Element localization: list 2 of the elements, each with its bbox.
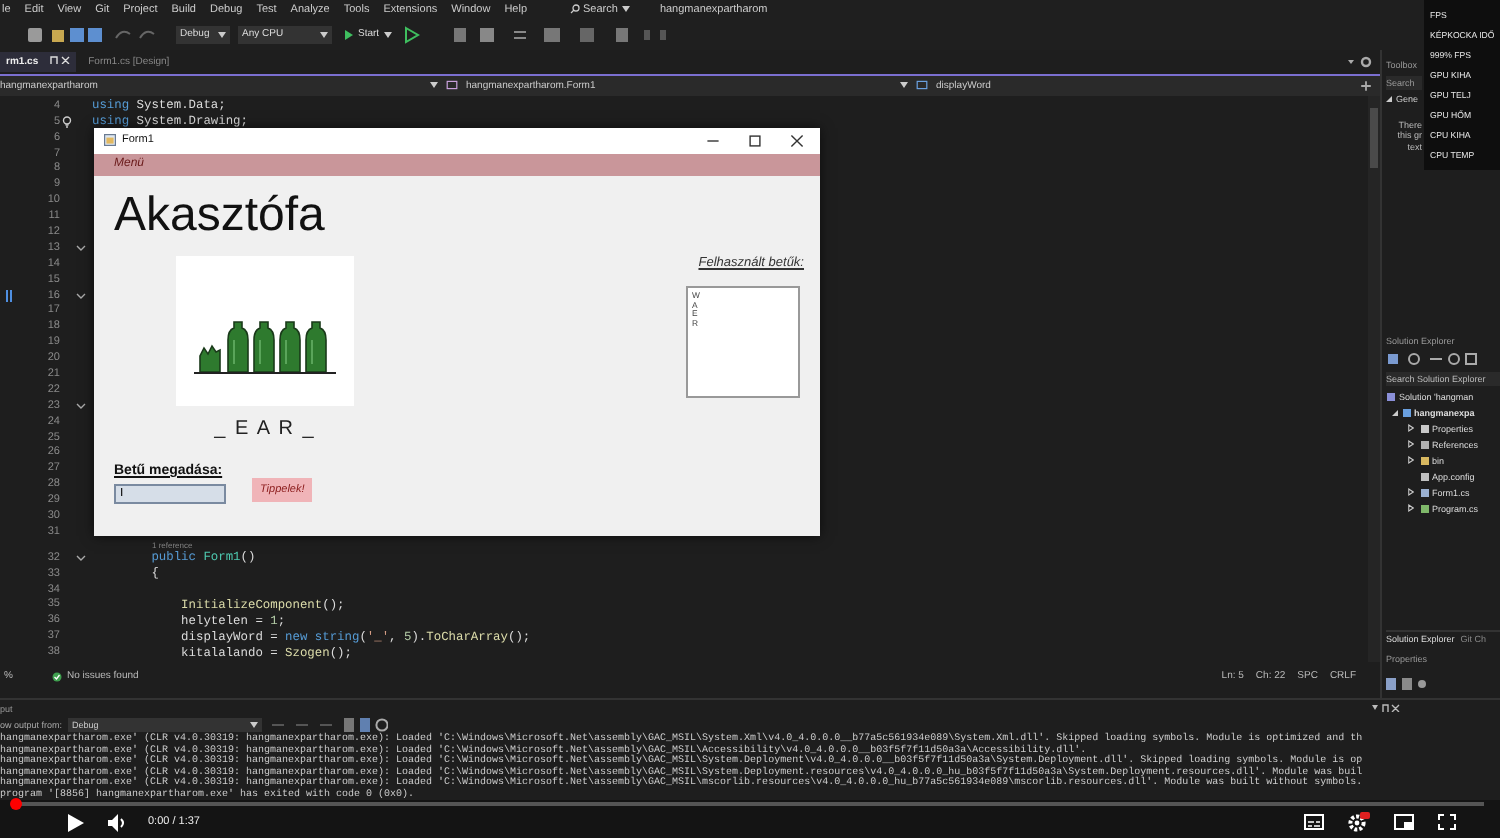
game-title: Akasztófa: [114, 187, 327, 244]
guessed-word: _ E A R _: [212, 417, 318, 440]
